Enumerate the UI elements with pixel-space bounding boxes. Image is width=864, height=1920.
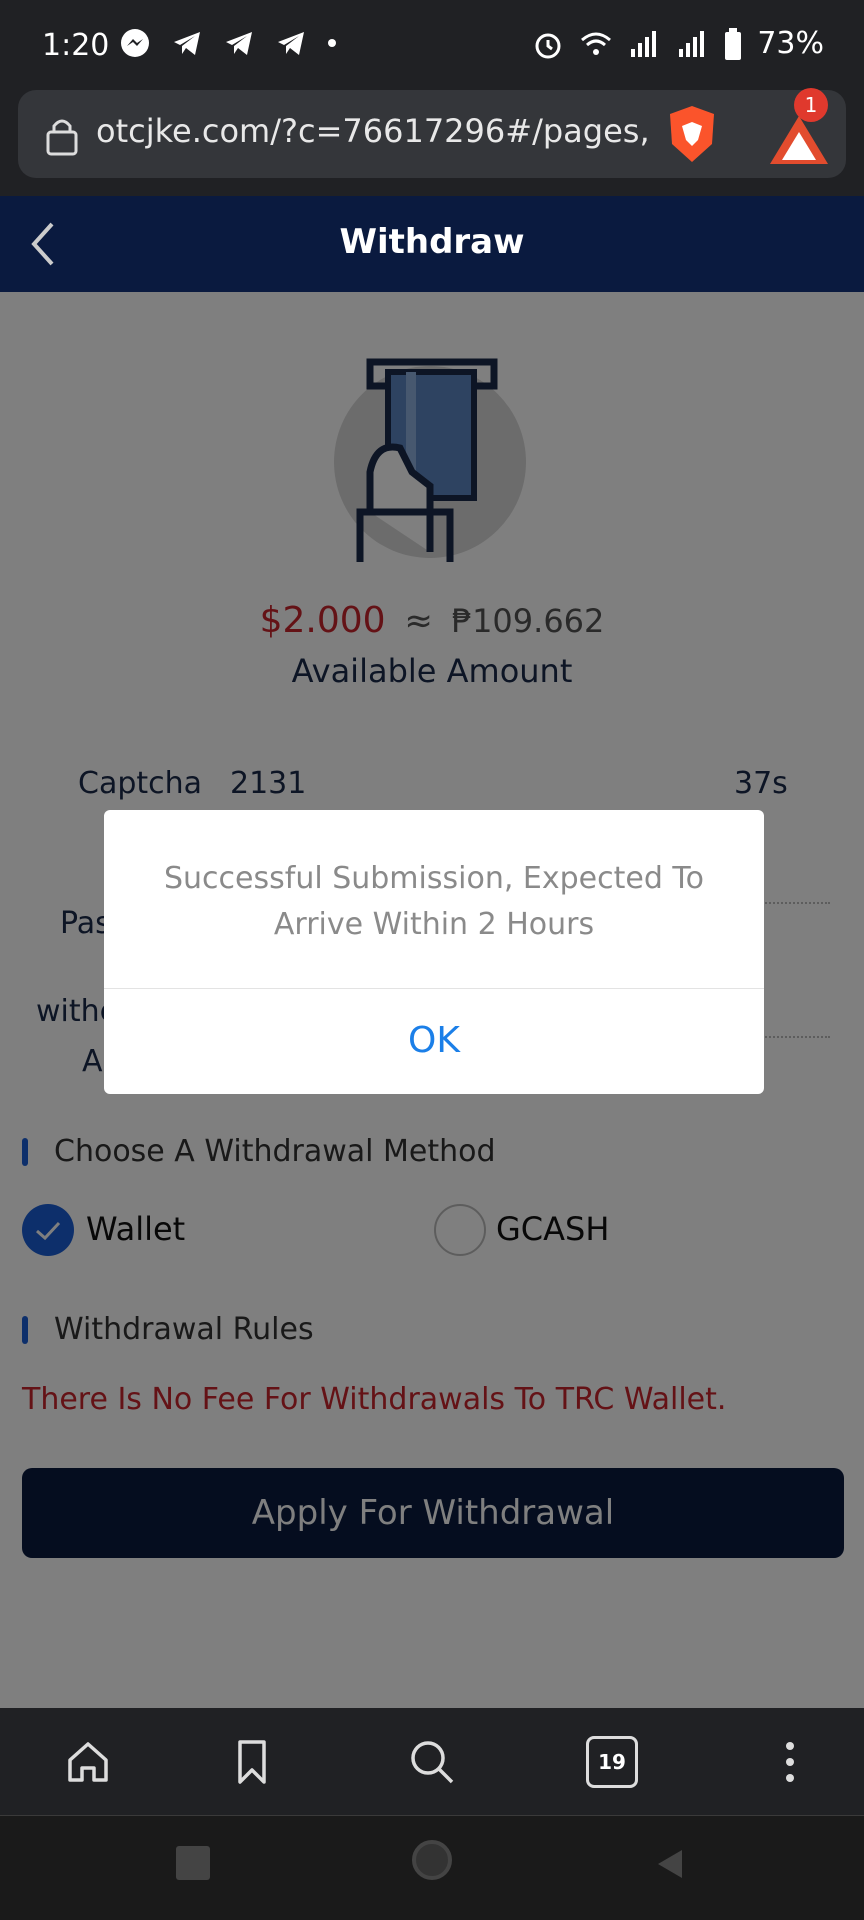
telegram-icon [226, 32, 252, 55]
home-icon[interactable] [62, 1736, 114, 1788]
telegram-icon [174, 32, 200, 55]
rewards-badge: 1 [794, 88, 828, 122]
recents-button[interactable] [176, 1846, 210, 1880]
dialog-message: Successful Submission, Expected To Arriv… [164, 861, 704, 942]
app-header: Withdraw [0, 196, 864, 292]
browser-url-area: otcjke.com/?c=76617296#/pages, 1 [0, 88, 864, 196]
search-icon[interactable] [406, 1736, 458, 1788]
ok-button[interactable]: OK [104, 988, 764, 1094]
more-menu-icon[interactable] [764, 1736, 816, 1788]
status-time: 1:20 [42, 28, 110, 63]
lock-icon [46, 119, 78, 156]
brave-rewards-icon[interactable] [764, 110, 834, 170]
signal-icon [631, 30, 657, 57]
signal-icon [679, 30, 705, 57]
success-dialog: Successful Submission, Expected To Arriv… [104, 810, 764, 1094]
telegram-icon [278, 32, 304, 55]
home-button[interactable] [412, 1840, 452, 1880]
system-nav-bar [0, 1816, 864, 1920]
messenger-icon [121, 29, 149, 57]
status-bar: 1:20 73% [0, 0, 864, 88]
brave-shield-icon[interactable] [662, 104, 722, 166]
address-bar[interactable]: otcjke.com/?c=76617296#/pages, [18, 90, 846, 178]
system-icons: 73% [531, 26, 824, 61]
tab-count-button[interactable]: 19 [586, 1736, 638, 1788]
page-title: Withdraw [339, 222, 525, 262]
alarm-icon [535, 33, 561, 58]
dot-icon [328, 39, 336, 47]
url-text[interactable]: otcjke.com/?c=76617296#/pages, [96, 112, 656, 150]
battery-icon [725, 27, 742, 60]
battery-level: 73% [757, 26, 824, 61]
wifi-icon [581, 32, 612, 55]
notification-icons [118, 26, 338, 60]
browser-toolbar: 19 [0, 1708, 864, 1816]
back-triangle-icon[interactable] [652, 1846, 688, 1882]
bookmark-icon[interactable] [226, 1736, 278, 1788]
